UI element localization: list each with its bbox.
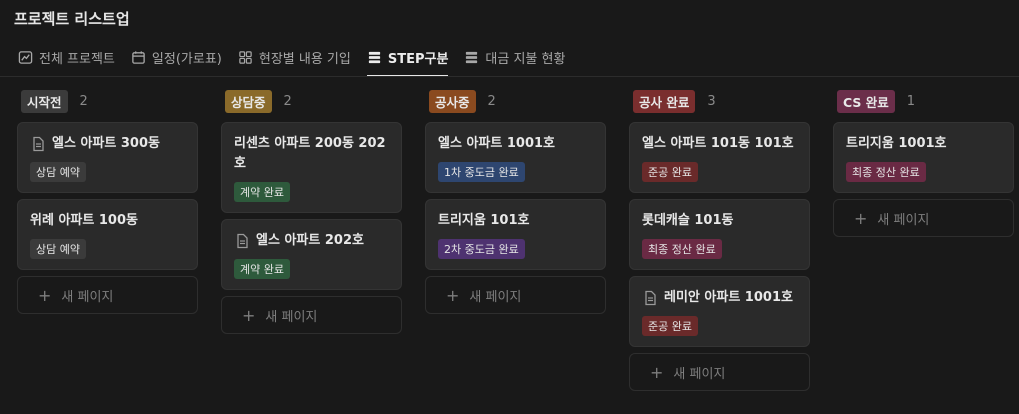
board-card[interactable]: 엘스 아파트 202호 계약 완료 [221, 219, 402, 290]
plus-icon: + [38, 285, 52, 305]
board-card[interactable]: 위례 아파트 100동 상담 예약 [17, 199, 198, 270]
card-title: 엘스 아파트 101동 101호 [642, 136, 794, 151]
card-title: 롯데캐슬 101동 [642, 213, 734, 228]
new-page-button[interactable]: + 새 페이지 [17, 276, 198, 314]
column-header: 공사중 2 [425, 89, 606, 113]
status-badge[interactable]: CS 완료 [837, 89, 895, 113]
column-count: 2 [79, 93, 88, 109]
board-card[interactable]: 트리지움 1001호 최종 정산 완료 [833, 122, 1014, 193]
plus-icon: + [650, 362, 664, 382]
card-title-row: 리센츠 아파트 200동 202호 [234, 134, 389, 174]
gallery-icon [239, 50, 252, 64]
chart-icon [18, 50, 33, 64]
card-tag: 준공 완료 [642, 162, 698, 182]
board-card[interactable]: 레미안 아파트 1001호 준공 완료 [629, 276, 810, 347]
column-construction-done: 공사 완료 3 엘스 아파트 101동 101호 준공 완료 롯데캐슬 101동… [629, 89, 810, 391]
table-icon [466, 51, 478, 63]
tab-all-projects[interactable]: 전체 프로젝트 [18, 45, 115, 69]
new-page-button[interactable]: + 새 페이지 [425, 276, 606, 314]
tab-schedule[interactable]: 일정(가로표) [131, 45, 222, 69]
card-title-row: 트리지움 101호 [438, 211, 593, 231]
column-count: 2 [283, 93, 292, 109]
plus-icon: + [242, 305, 256, 325]
document-icon [33, 136, 44, 152]
status-badge[interactable]: 공사중 [429, 89, 476, 113]
card-tag: 2차 중도금 완료 [438, 239, 525, 259]
card-title: 리센츠 아파트 200동 202호 [234, 136, 386, 171]
card-tag: 상담 예약 [30, 239, 86, 259]
column-header: 공사 완료 3 [629, 89, 810, 113]
kanban-board: 시작전 2 엘스 아파트 300동 상담 예약 위례 아파트 100동 상담 예… [17, 89, 1014, 391]
new-page-button[interactable]: + 새 페이지 [221, 296, 402, 334]
column-count: 1 [906, 93, 916, 109]
board-card[interactable]: 엘스 아파트 101동 101호 준공 완료 [629, 122, 810, 193]
board-icon [368, 51, 380, 63]
new-page-button[interactable]: + 새 페이지 [833, 199, 1014, 237]
new-page-label: 새 페이지 [265, 309, 318, 325]
card-title: 트리지움 101호 [438, 213, 530, 228]
board-card[interactable]: 트리지움 101호 2차 중도금 완료 [425, 199, 606, 270]
tab-payment[interactable]: 대금 지불 현황 [464, 45, 565, 69]
document-icon [237, 233, 248, 249]
card-title: 엘스 아파트 202호 [256, 233, 364, 248]
board-card[interactable]: 리센츠 아파트 200동 202호 계약 완료 [221, 122, 402, 213]
status-badge[interactable]: 공사 완료 [633, 89, 696, 113]
new-page-label: 새 페이지 [61, 289, 114, 305]
card-tag: 계약 완료 [234, 259, 290, 279]
board-card[interactable]: 엘스 아파트 1001호 1차 중도금 완료 [425, 122, 606, 193]
card-tag: 준공 완료 [642, 316, 698, 336]
plus-icon: + [446, 285, 460, 305]
card-tag: 1차 중도금 완료 [438, 162, 525, 182]
tab-step[interactable]: STEP구분 [366, 45, 449, 77]
card-title-row: 엘스 아파트 202호 [234, 231, 389, 251]
tabs-divider [0, 76, 1019, 77]
card-tag: 최종 정산 완료 [642, 239, 722, 259]
new-page-button[interactable]: + 새 페이지 [629, 353, 810, 391]
column-consulting: 상담중 2 리센츠 아파트 200동 202호 계약 완료 엘스 아파트 202… [221, 89, 402, 391]
tab-label: 현장별 내용 기입 [258, 51, 351, 67]
column-construction: 공사중 2 엘스 아파트 1001호 1차 중도금 완료 트리지움 101호 2… [425, 89, 606, 391]
column-header: 상담중 2 [221, 89, 402, 113]
card-tag: 상담 예약 [30, 162, 86, 182]
card-title: 엘스 아파트 1001호 [438, 136, 555, 151]
status-badge[interactable]: 시작전 [21, 89, 68, 113]
column-cs-done: CS 완료 1 트리지움 1001호 최종 정산 완료 + 새 페이지 [833, 89, 1014, 391]
card-tag: 최종 정산 완료 [846, 162, 926, 182]
card-title-row: 트리지움 1001호 [846, 134, 1001, 154]
new-page-label: 새 페이지 [469, 289, 522, 305]
card-title-row: 엘스 아파트 300동 [30, 134, 185, 154]
card-title-row: 엘스 아파트 1001호 [438, 134, 593, 154]
tab-label: STEP구분 [387, 51, 449, 67]
card-title: 레미안 아파트 1001호 [664, 290, 793, 305]
tab-label: 일정(가로표) [151, 51, 222, 67]
card-tag: 계약 완료 [234, 182, 290, 202]
tab-label: 전체 프로젝트 [39, 51, 115, 67]
calendar-icon [132, 50, 145, 64]
card-title-row: 레미안 아파트 1001호 [642, 288, 797, 308]
new-page-label: 새 페이지 [673, 366, 726, 382]
card-title: 엘스 아파트 300동 [52, 136, 160, 151]
status-badge[interactable]: 상담중 [225, 89, 272, 113]
document-icon [645, 290, 656, 306]
column-header: 시작전 2 [17, 89, 198, 113]
card-title-row: 엘스 아파트 101동 101호 [642, 134, 797, 154]
column-count: 2 [487, 93, 496, 109]
column-count: 3 [707, 93, 716, 109]
card-title-row: 위례 아파트 100동 [30, 211, 185, 231]
card-title: 위례 아파트 100동 [30, 213, 138, 228]
board-card[interactable]: 롯데캐슬 101동 최종 정산 완료 [629, 199, 810, 270]
tab-label: 대금 지불 현황 [485, 51, 566, 67]
card-title: 트리지움 1001호 [846, 136, 947, 151]
page-title: 프로젝트 리스트업 [14, 10, 130, 28]
card-title-row: 롯데캐슬 101동 [642, 211, 797, 231]
new-page-label: 새 페이지 [877, 212, 930, 228]
view-tabs: 전체 프로젝트 일정(가로표) 현장별 내용 기입 STEP구분 대금 지불 현… [18, 44, 565, 77]
board-card[interactable]: 엘스 아파트 300동 상담 예약 [17, 122, 198, 193]
column-not-started: 시작전 2 엘스 아파트 300동 상담 예약 위례 아파트 100동 상담 예… [17, 89, 198, 391]
column-header: CS 완료 1 [833, 89, 1014, 113]
tab-site-details[interactable]: 현장별 내용 기입 [238, 45, 351, 69]
plus-icon: + [854, 208, 868, 228]
